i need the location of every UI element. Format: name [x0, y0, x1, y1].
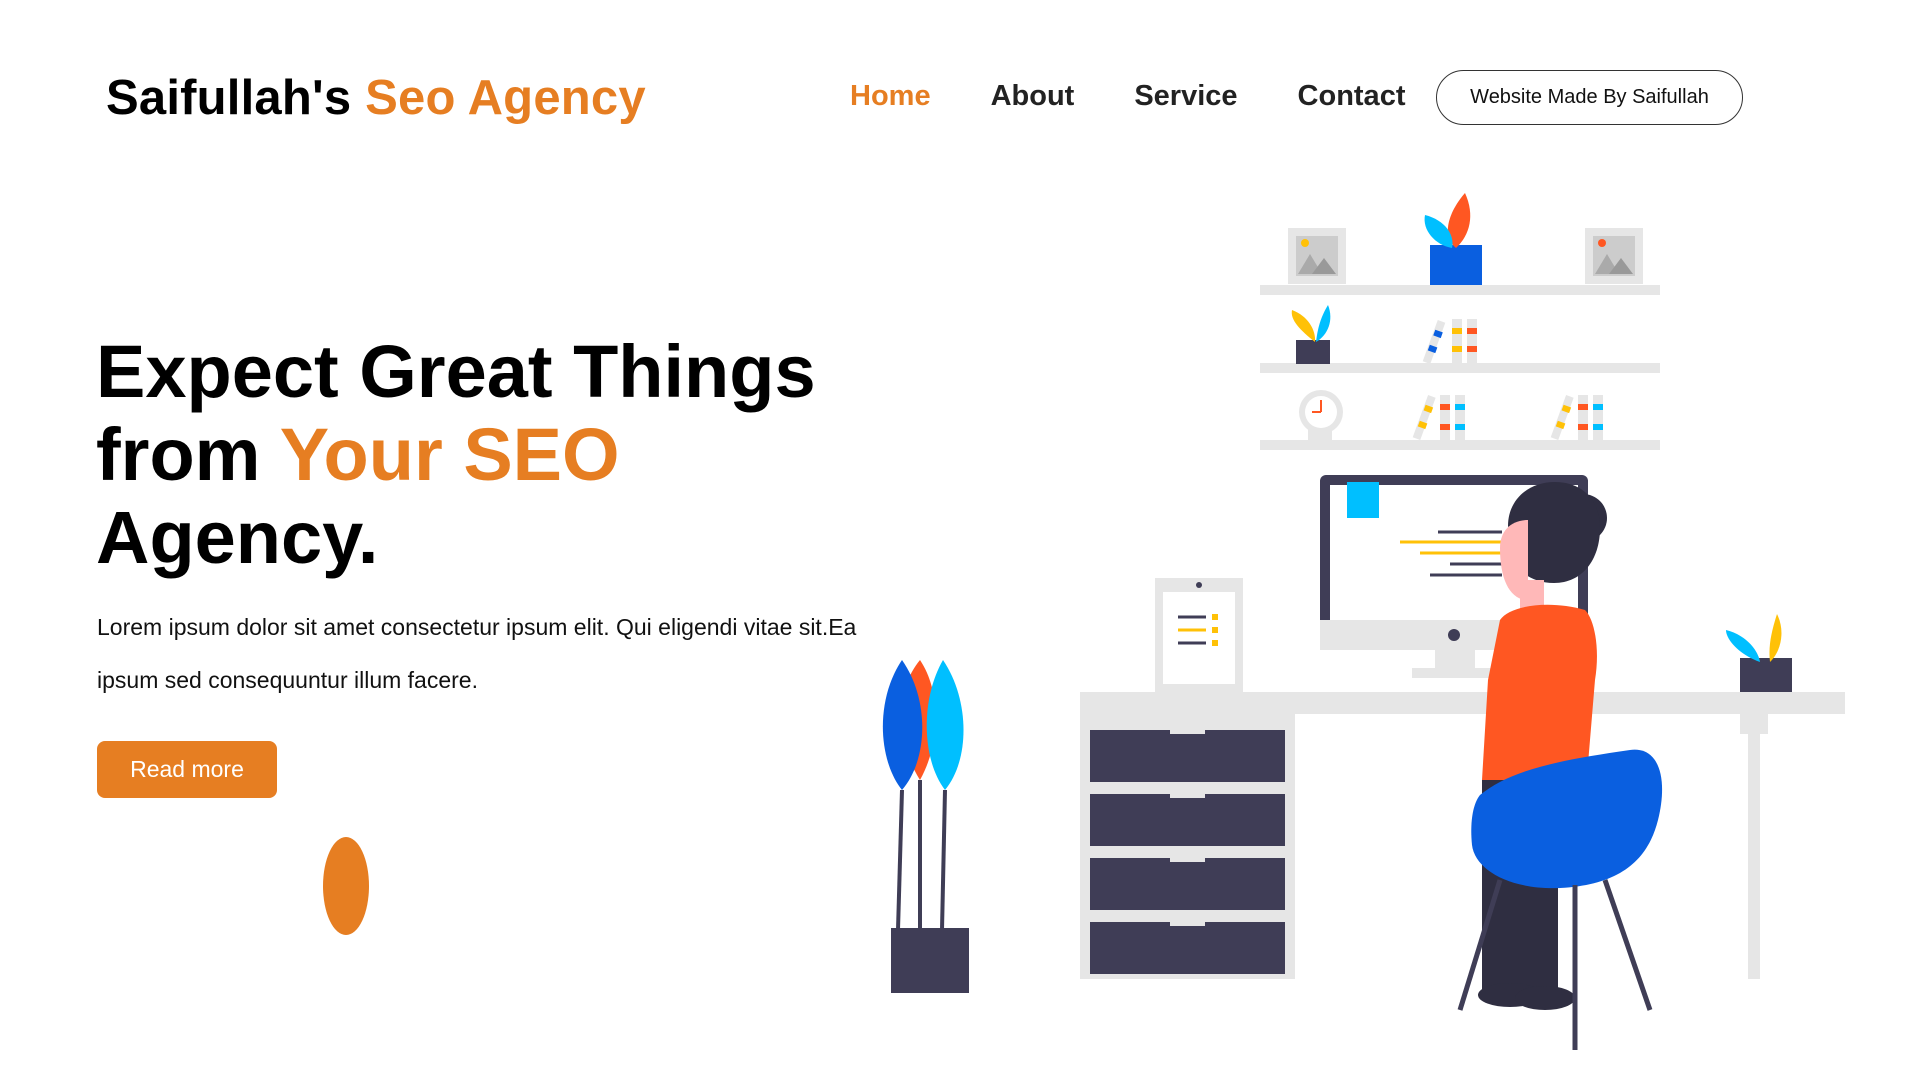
plant-icon	[882, 660, 969, 993]
hero-illustration	[882, 193, 1845, 1050]
plant-icon	[1424, 193, 1482, 285]
landing-page: Saifullah's Seo Agency Home About Servic…	[0, 0, 1920, 1080]
site-logo[interactable]: Saifullah's Seo Agency	[106, 70, 646, 126]
hero-title: Expect Great Things from Your SEO Agency…	[96, 330, 856, 579]
hero-title-accent: Your SEO	[279, 413, 620, 496]
main-nav: Home About Service Contact	[850, 80, 1465, 113]
nav-contact[interactable]: Contact	[1298, 80, 1406, 113]
hero-description: Lorem ipsum dolor sit amet consectetur i…	[97, 614, 857, 693]
books-icon	[1422, 319, 1477, 365]
decorative-oval	[323, 837, 369, 935]
picture-frame-icon	[1288, 228, 1346, 284]
clock-icon	[1299, 390, 1343, 440]
nav-home[interactable]: Home	[850, 80, 931, 113]
tablet-icon	[1155, 578, 1243, 692]
hero-title-line2-prefix: from	[96, 413, 261, 496]
books-icon	[1412, 395, 1465, 441]
hero-title-line3: Agency.	[96, 496, 379, 579]
nav-service[interactable]: Service	[1134, 80, 1237, 113]
hero-title-line1: Expect Great Things	[96, 330, 816, 413]
picture-frame-icon	[1585, 228, 1643, 284]
books-icon	[1550, 395, 1603, 441]
logo-accent: Seo Agency	[365, 71, 646, 125]
nav-about[interactable]: About	[991, 80, 1075, 113]
read-more-button[interactable]: Read more	[97, 741, 277, 798]
plant-icon	[1291, 305, 1331, 364]
made-by-button[interactable]: Website Made By Saifullah	[1436, 70, 1743, 125]
logo-name: Saifullah's	[106, 71, 352, 125]
plant-icon	[1726, 614, 1792, 692]
